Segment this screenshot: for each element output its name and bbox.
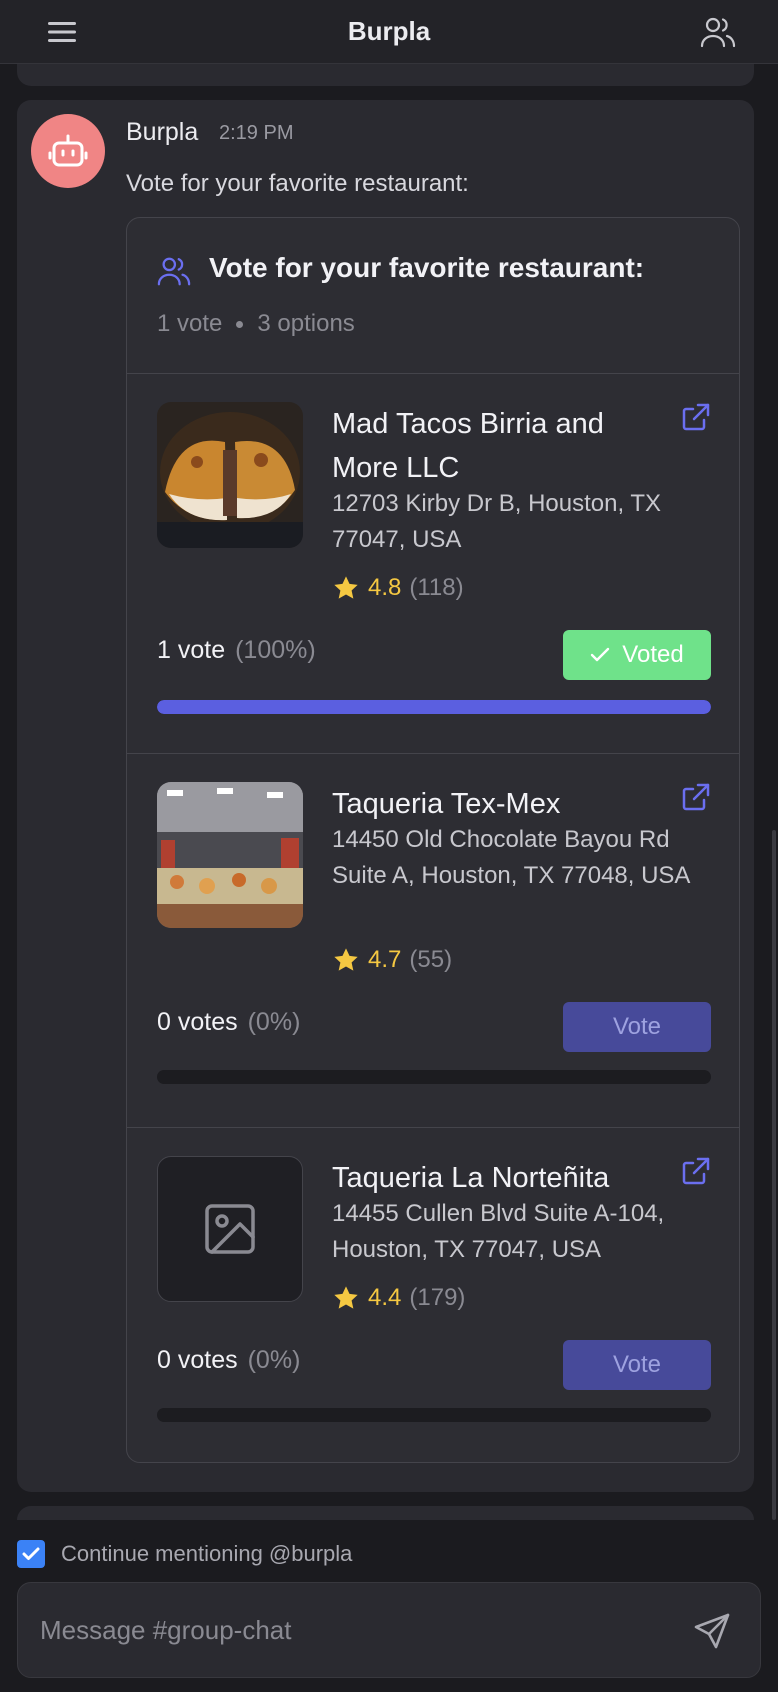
message-text: Vote for your favorite restaurant:: [126, 170, 469, 197]
option-vote-count: 0 votes: [157, 1008, 238, 1036]
checkmark-icon: [22, 1547, 40, 1560]
poll-option: Mad Tacos Birria and More LLC 12703 Kirb…: [127, 374, 739, 754]
scrollbar[interactable]: [772, 830, 776, 1520]
hamburger-menu-button[interactable]: [44, 14, 80, 50]
members-button[interactable]: [698, 12, 738, 52]
poll-option: Taqueria Tex-Mex 14450 Old Chocolate Bay…: [127, 754, 739, 1128]
star-icon: [334, 1286, 358, 1309]
restaurant-photo: [157, 402, 303, 548]
option-vote-summary: 0 votes (0%): [157, 1346, 300, 1375]
external-link-icon[interactable]: [681, 782, 711, 812]
restaurant-rating: 4.8 (118): [332, 574, 464, 602]
voted-button[interactable]: Voted: [563, 630, 711, 680]
restaurant-photo: [157, 782, 303, 928]
send-icon[interactable]: [692, 1611, 732, 1651]
message-composer: [17, 1582, 761, 1678]
option-vote-percent: (0%): [247, 1008, 301, 1036]
review-count: (179): [409, 1284, 466, 1311]
image-placeholder-icon: [205, 1204, 255, 1254]
users-icon: [700, 17, 736, 48]
poll-meta: 1 vote 3 options: [157, 310, 355, 338]
restaurant-address: 12703 Kirby Dr B, Houston, TX 77047, USA: [332, 490, 662, 553]
rating-score: 4.4: [368, 1284, 402, 1311]
poll-header: Vote for your favorite restaurant: 1 vot…: [127, 218, 739, 374]
separator-dot: [236, 321, 244, 329]
option-vote-summary: 0 votes (0%): [157, 1008, 300, 1037]
poll-option: Taqueria La Norteñita 14455 Cullen Blvd …: [127, 1128, 739, 1462]
option-vote-count: 1 vote: [157, 636, 226, 664]
vote-button-label: Vote: [612, 1351, 662, 1378]
hamburger-menu-icon: [48, 22, 76, 42]
option-vote-percent: (100%): [235, 636, 316, 664]
restaurant-name: Mad Tacos Birria and More LLC: [332, 408, 604, 484]
option-vote-count: 0 votes: [157, 1346, 238, 1374]
external-link-icon[interactable]: [681, 1156, 711, 1186]
option-vote-summary: 1 vote (100%): [157, 636, 316, 665]
rating-score: 4.7: [368, 946, 402, 973]
review-count: (118): [409, 574, 464, 601]
poll-vote-count: 1 vote: [157, 310, 223, 337]
vote-button-label: Vote: [612, 1013, 662, 1040]
users-icon: [157, 257, 191, 286]
sender-name: Burpla: [126, 118, 199, 146]
vote-progress-fill: [157, 700, 711, 714]
restaurant-address: 14450 Old Chocolate Bayou Rd Suite A, Ho…: [332, 826, 691, 889]
mention-label: Continue mentioning @burpla: [61, 1541, 353, 1566]
review-count: (55): [409, 946, 453, 973]
star-icon: [334, 576, 358, 599]
external-link-icon[interactable]: [681, 402, 711, 432]
star-icon: [334, 948, 358, 971]
restaurant-rating: 4.7 (55): [332, 946, 452, 974]
vote-progress-bar: [157, 1070, 711, 1084]
mention-checkbox[interactable]: [17, 1540, 45, 1568]
restaurant-photo-placeholder: [157, 1156, 303, 1302]
mention-toggle-row: Continue mentioning @burpla: [17, 1540, 352, 1568]
checkmark-icon: [591, 647, 610, 662]
poll-title: Vote for your favorite restaurant:: [209, 252, 645, 283]
app-title: Burpla: [347, 16, 431, 46]
robot-icon: [48, 134, 88, 167]
restaurant-name: Taqueria Tex-Mex: [332, 788, 561, 820]
restaurant-rating: 4.4 (179): [332, 1284, 465, 1312]
poll-option-count: 3 options: [257, 310, 355, 337]
restaurant-name: Taqueria La Norteñita: [332, 1162, 610, 1194]
rating-score: 4.8: [368, 574, 402, 601]
vote-progress-bar: [157, 700, 711, 714]
top-bar: Burpla: [0, 0, 778, 64]
avatar: [31, 114, 105, 188]
restaurant-address: 14455 Cullen Blvd Suite A-104, Houston, …: [332, 1200, 665, 1263]
poll-card: Vote for your favorite restaurant: 1 vot…: [126, 217, 740, 1463]
bot-message: Burpla 2:19 PM Vote for your favorite re…: [17, 100, 754, 1492]
message-time: 2:19 PM: [219, 122, 294, 144]
vote-button[interactable]: Vote: [563, 1002, 711, 1052]
message-input[interactable]: [40, 1605, 640, 1655]
option-vote-percent: (0%): [247, 1346, 301, 1374]
voted-button-label: Voted: [622, 641, 684, 668]
vote-progress-bar: [157, 1408, 711, 1422]
composer-area: Continue mentioning @burpla: [0, 1520, 778, 1692]
vote-button[interactable]: Vote: [563, 1340, 711, 1390]
